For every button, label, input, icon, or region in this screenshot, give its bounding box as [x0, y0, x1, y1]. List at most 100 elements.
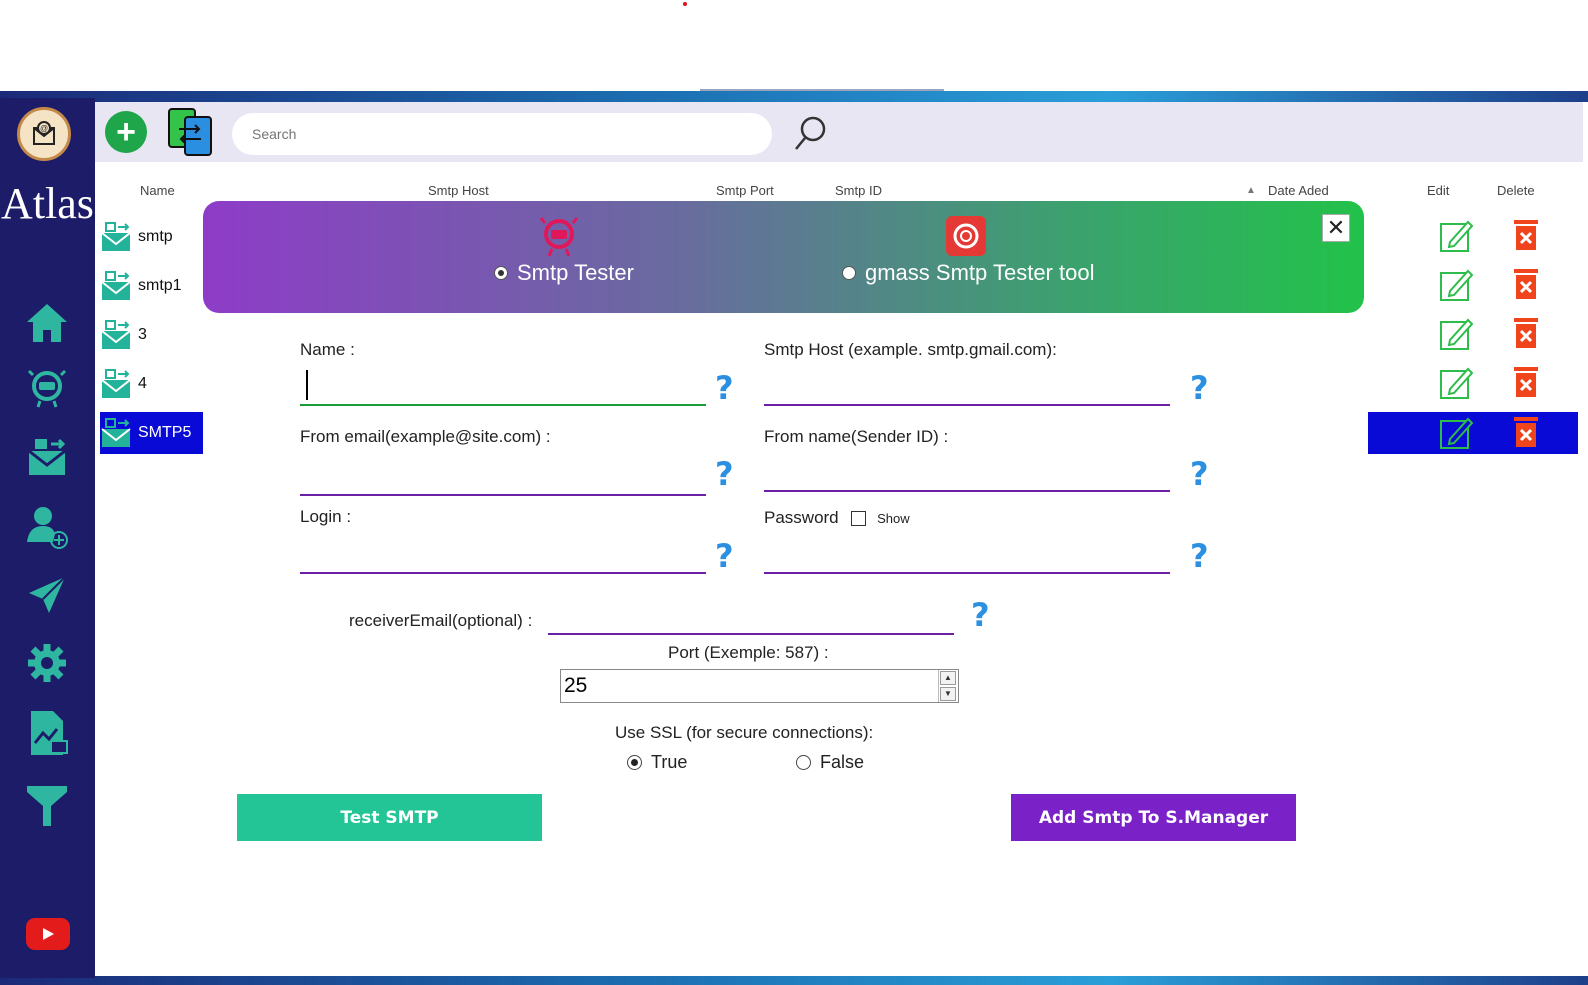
- filter-funnel-icon[interactable]: [22, 780, 72, 830]
- table-row[interactable]: smtp: [100, 217, 206, 257]
- password-input[interactable]: [764, 544, 1170, 574]
- table-row[interactable]: 3: [100, 315, 206, 355]
- column-header-name[interactable]: Name: [140, 183, 175, 198]
- ssl-true-radio[interactable]: True: [627, 752, 687, 773]
- mail-send-icon[interactable]: [22, 432, 72, 482]
- password-row: Password Show: [764, 508, 910, 528]
- name-input[interactable]: [300, 376, 706, 406]
- login-input[interactable]: [300, 544, 706, 574]
- help-icon[interactable]: ?: [971, 599, 990, 631]
- dialog-header: [203, 201, 1364, 313]
- receiver-email-label: receiverEmail(optional) :: [349, 611, 533, 630]
- delete-icon[interactable]: [1512, 267, 1540, 301]
- add-user-icon[interactable]: [22, 502, 72, 552]
- show-password-label[interactable]: Show: [877, 511, 910, 526]
- send-paper-plane-icon[interactable]: [22, 570, 72, 620]
- row-name: 3: [138, 326, 147, 343]
- port-down-arrow-icon[interactable]: ▼: [940, 687, 956, 701]
- ssl-true-label: True: [651, 752, 688, 772]
- help-icon[interactable]: ?: [715, 540, 734, 572]
- from-name-label: From name(Sender ID) :: [764, 427, 949, 446]
- column-header-edit: Edit: [1427, 183, 1450, 198]
- from-name-input[interactable]: [764, 462, 1170, 492]
- ssl-false-radio[interactable]: False: [796, 752, 864, 773]
- delete-icon[interactable]: [1512, 316, 1540, 350]
- login-label: Login :: [300, 507, 352, 526]
- port-input[interactable]: 25: [560, 669, 959, 703]
- row-name: smtp: [138, 228, 173, 245]
- sort-arrow-icon: ▲: [1246, 185, 1256, 196]
- home-icon[interactable]: [22, 298, 72, 348]
- table-row[interactable]: 4: [100, 364, 206, 404]
- ssl-false-label: False: [820, 752, 865, 772]
- youtube-icon[interactable]: [26, 918, 70, 950]
- receiver-email-input[interactable]: [548, 605, 954, 635]
- svg-text:@: @: [40, 124, 48, 133]
- help-icon[interactable]: ?: [1190, 372, 1209, 404]
- from-email-label: From email(example@site.com) :: [300, 427, 551, 446]
- column-header-id[interactable]: Smtp ID: [835, 183, 882, 198]
- tab-radio[interactable]: [842, 266, 856, 280]
- port-label: Port (Exemple: 587) :: [668, 643, 829, 662]
- name-label: Name :: [300, 340, 355, 359]
- help-icon[interactable]: ?: [715, 372, 734, 404]
- search-icon[interactable]: [793, 114, 829, 152]
- report-chart-icon[interactable]: [22, 708, 72, 758]
- edit-icon[interactable]: [1438, 365, 1474, 401]
- column-header-port[interactable]: Smtp Port: [716, 183, 774, 198]
- text-cursor: [306, 370, 308, 400]
- close-dialog-button[interactable]: ✕: [1322, 214, 1350, 242]
- edit-icon[interactable]: [1438, 415, 1474, 451]
- top-indicator-dot: [683, 2, 687, 6]
- help-icon[interactable]: ?: [715, 458, 734, 490]
- smtp-tester-robot-icon: [539, 217, 579, 257]
- radio-selected[interactable]: [627, 755, 642, 770]
- table-row[interactable]: smtp1: [100, 266, 206, 306]
- import-export-icon[interactable]: [167, 107, 215, 157]
- delete-icon[interactable]: [1512, 365, 1540, 399]
- ssl-label: Use SSL (for secure connections):: [615, 723, 874, 742]
- app-logo-icon: @: [17, 107, 71, 161]
- port-value: 25: [564, 674, 588, 697]
- tab-smtp-tester-label: Smtp Tester: [517, 260, 634, 285]
- tab-radio-selected[interactable]: [494, 266, 508, 280]
- port-stepper[interactable]: ▲ ▼: [938, 670, 957, 702]
- column-header-delete: Delete: [1497, 183, 1535, 198]
- smtp-host-label: Smtp Host (example. smtp.gmail.com):: [764, 340, 1057, 359]
- help-icon[interactable]: ?: [1190, 540, 1209, 572]
- robot-bot-icon[interactable]: [22, 362, 72, 412]
- add-smtp-to-manager-button[interactable]: Add Smtp To S.Manager: [1011, 794, 1296, 841]
- edit-icon[interactable]: [1438, 218, 1474, 254]
- smtp-host-input[interactable]: [764, 376, 1170, 406]
- port-up-arrow-icon[interactable]: ▲: [940, 671, 956, 685]
- settings-gear-icon[interactable]: [22, 638, 72, 688]
- row-name: SMTP5: [138, 424, 192, 441]
- table-row-selected[interactable]: SMTP5: [100, 412, 206, 454]
- gmass-logo-icon: [946, 216, 986, 256]
- password-label: Password: [764, 508, 839, 527]
- from-email-input[interactable]: [300, 466, 706, 496]
- radio[interactable]: [796, 755, 811, 770]
- row-name: smtp1: [138, 277, 182, 294]
- search-input[interactable]: [232, 113, 772, 155]
- delete-icon[interactable]: [1512, 415, 1540, 449]
- column-header-host[interactable]: Smtp Host: [428, 183, 489, 198]
- add-smtp-button[interactable]: +: [105, 111, 147, 153]
- edit-icon[interactable]: [1438, 316, 1474, 352]
- app-name: Atlas: [1, 179, 94, 228]
- delete-icon[interactable]: [1512, 218, 1540, 252]
- test-smtp-button[interactable]: Test SMTP: [237, 794, 542, 841]
- column-header-date[interactable]: Date Aded: [1268, 183, 1329, 198]
- tab-gmass-tester-label: gmass Smtp Tester tool: [865, 260, 1095, 285]
- help-icon[interactable]: ?: [1190, 458, 1209, 490]
- show-password-checkbox[interactable]: [851, 511, 867, 527]
- tab-smtp-tester[interactable]: Smtp Tester: [494, 260, 634, 286]
- smtp-mail-icon: [101, 320, 131, 349]
- smtp-mail-icon: [101, 271, 131, 300]
- tab-gmass-tester[interactable]: gmass Smtp Tester tool: [842, 260, 1094, 286]
- smtp-mail-icon: [101, 418, 131, 447]
- smtp-mail-icon: [101, 369, 131, 398]
- row-name: 4: [138, 375, 147, 392]
- edit-icon[interactable]: [1438, 267, 1474, 303]
- smtp-mail-icon: [101, 222, 131, 251]
